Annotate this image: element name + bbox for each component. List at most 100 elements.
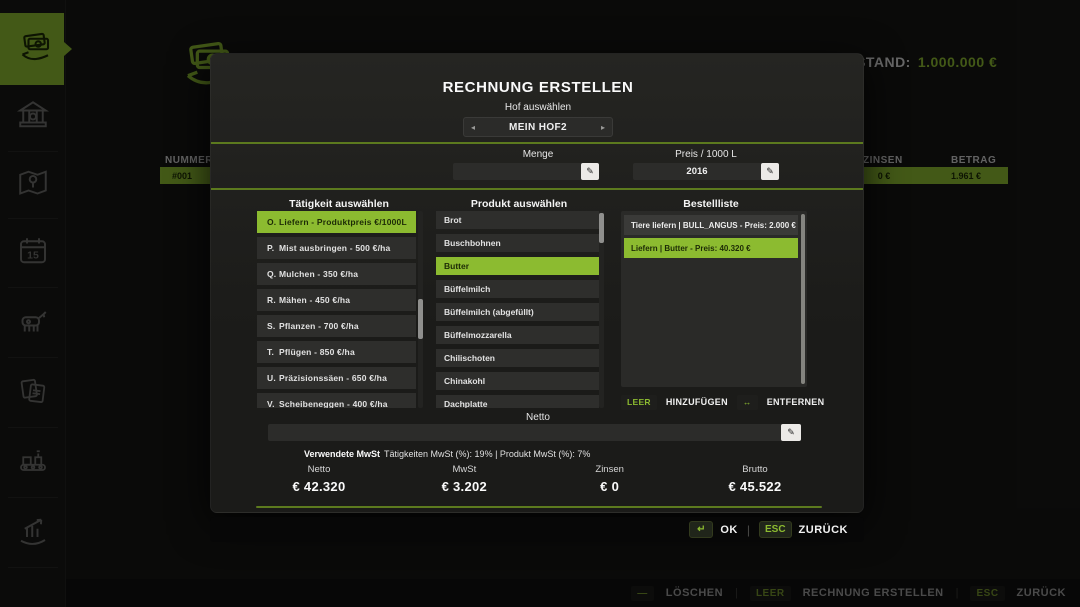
activity-scrollbar[interactable] xyxy=(418,211,423,408)
divider: | xyxy=(747,523,750,537)
summary-value: € 0 xyxy=(544,479,676,494)
activity-list-item[interactable]: U.Präzisionssäen - 650 €/ha xyxy=(257,367,416,389)
netto-edit-button[interactable]: ✎ xyxy=(781,424,801,441)
invoice-dialog: RECHNUNG ERSTELLEN Hof auswählen ◂ MEIN … xyxy=(210,53,864,513)
preis-edit-button[interactable]: ✎ xyxy=(761,163,779,180)
separator-line xyxy=(211,188,864,190)
separator-line xyxy=(211,142,864,144)
dialog-footer: ↵ OK | ESC ZURÜCK xyxy=(210,517,864,542)
activity-item-label: Pflanzen - 700 €/ha xyxy=(279,321,359,331)
activity-item-key: T. xyxy=(257,347,279,357)
activity-list: O.Liefern - Produktpreis €/1000L P.Mist a… xyxy=(257,211,423,408)
order-list-item[interactable]: Liefern | Butter - Preis: 40.320 € xyxy=(624,238,798,258)
chevron-left-icon[interactable]: ◂ xyxy=(464,123,482,132)
invoice-modal: RECHNUNG ERSTELLEN Hof auswählen ◂ MEIN … xyxy=(210,53,864,542)
activity-list-item[interactable]: P.Mist ausbringen - 500 €/ha xyxy=(257,237,416,259)
preis-value: 2016 xyxy=(633,166,761,177)
summary-column: MwSt € 3.202 xyxy=(398,464,530,494)
activity-item-label: Mähen - 450 €/ha xyxy=(279,295,350,305)
order-list-panel: Tiere liefern | BULL_ANGUS - Preis: 2.00… xyxy=(621,211,807,387)
product-scrollbar-thumb[interactable] xyxy=(599,213,604,243)
activity-item-key: S. xyxy=(257,321,279,331)
ok-button-label: OK xyxy=(720,524,738,536)
preis-label: Preis / 1000 L xyxy=(606,149,806,160)
product-list-item[interactable]: Chinakohl xyxy=(436,372,599,390)
activity-column-header: Tätigkeit auswählen xyxy=(239,198,439,210)
esc-key-badge: ESC xyxy=(759,521,792,538)
product-list-item[interactable]: Büffelmilch (abgefüllt) xyxy=(436,303,599,321)
activity-item-key: O. xyxy=(257,217,279,227)
separator-line xyxy=(256,506,822,508)
product-list-item[interactable]: Chilischoten xyxy=(436,349,599,367)
order-list-item[interactable]: Tiere liefern | BULL_ANGUS - Preis: 2.00… xyxy=(624,215,798,235)
activity-item-key: U. xyxy=(257,373,279,383)
product-scrollbar[interactable] xyxy=(599,211,604,408)
activity-item-key: R. xyxy=(257,295,279,305)
activity-item-key: V. xyxy=(257,399,279,408)
activity-item-label: Mist ausbringen - 500 €/ha xyxy=(279,243,390,253)
summary-column: Netto € 42.320 xyxy=(253,464,385,494)
activity-list-item[interactable]: R.Mähen - 450 €/ha xyxy=(257,289,416,311)
back-button-label: ZURÜCK xyxy=(799,524,848,536)
activity-list-item[interactable]: V.Scheibeneggen - 400 €/ha xyxy=(257,393,416,408)
product-list-item[interactable]: Butter xyxy=(436,257,599,275)
product-list-item[interactable]: Brot xyxy=(436,211,599,229)
activity-item-label: Liefern - Produktpreis €/1000L xyxy=(279,217,407,227)
summary-label: Zinsen xyxy=(544,464,676,475)
product-list-item[interactable]: Büffelmilch xyxy=(436,280,599,298)
farm-selector[interactable]: ◂ MEIN HOF2 ▸ xyxy=(463,117,613,137)
totals-summary: Netto € 42.320 MwSt € 3.202 Zinsen € 0 Brutto €… xyxy=(253,464,821,494)
activity-list-item[interactable]: Q.Mulchen - 350 €/ha xyxy=(257,263,416,285)
add-button[interactable]: HINZUFÜGEN xyxy=(666,397,728,407)
summary-column: Zinsen € 0 xyxy=(544,464,676,494)
product-list-item[interactable]: Buschbohnen xyxy=(436,234,599,252)
activity-list-item[interactable]: O.Liefern - Produktpreis €/1000L xyxy=(257,211,416,233)
summary-value: € 42.320 xyxy=(253,479,385,494)
activity-item-key: Q. xyxy=(257,269,279,279)
activity-list-item[interactable]: T.Pflügen - 850 €/ha xyxy=(257,341,416,363)
swap-arrows-icon: ↔ xyxy=(737,395,758,410)
netto-input-label: Netto xyxy=(211,412,864,423)
menge-input[interactable]: ✎ xyxy=(453,163,599,180)
product-list-item[interactable]: Büffelmozzarella xyxy=(436,326,599,344)
summary-column: Brutto € 45.522 xyxy=(689,464,821,494)
pencil-icon: ✎ xyxy=(586,166,594,177)
screen: 15 xyxy=(0,0,1080,607)
order-actions: LEER HINZUFÜGEN ↔ ENTFERNEN xyxy=(621,394,821,410)
dialog-title: RECHNUNG ERSTELLEN xyxy=(211,79,864,96)
chevron-right-icon[interactable]: ▸ xyxy=(594,123,612,132)
summary-label: Netto xyxy=(253,464,385,475)
remove-button[interactable]: ENTFERNEN xyxy=(767,397,825,407)
vat-info-title: Verwendete MwSt xyxy=(304,449,380,459)
vat-info-text: Tätigkeiten MwSt (%): 19% | Produkt MwSt… xyxy=(384,449,590,459)
product-list-item[interactable]: Dachplatte xyxy=(436,395,599,408)
enter-key-icon: ↵ xyxy=(689,521,713,538)
activity-scrollbar-thumb[interactable] xyxy=(418,299,423,339)
activity-item-key: P. xyxy=(257,243,279,253)
farm-selector-value: MEIN HOF2 xyxy=(482,122,594,133)
summary-value: € 3.202 xyxy=(398,479,530,494)
activity-item-label: Pflügen - 850 €/ha xyxy=(279,347,355,357)
activity-list-item[interactable]: S.Pflanzen - 700 €/ha xyxy=(257,315,416,337)
summary-value: € 45.522 xyxy=(689,479,821,494)
ok-button[interactable]: ↵ OK xyxy=(689,521,738,538)
preis-input[interactable]: 2016 ✎ xyxy=(633,163,779,180)
back-button[interactable]: ESC ZURÜCK xyxy=(759,521,848,538)
menge-edit-button[interactable]: ✎ xyxy=(581,163,599,180)
clear-key-badge[interactable]: LEER xyxy=(621,395,657,410)
summary-label: Brutto xyxy=(689,464,821,475)
farm-select-label: Hof auswählen xyxy=(211,102,864,113)
order-list: Tiere liefern | BULL_ANGUS - Preis: 2.00… xyxy=(624,215,798,261)
activity-item-label: Scheibeneggen - 400 €/ha xyxy=(279,399,388,408)
pencil-icon: ✎ xyxy=(766,166,774,177)
order-column-header: Bestellliste xyxy=(611,198,811,210)
product-list: Brot Buschbohnen Butter Büffelmilch Büffelmi… xyxy=(436,211,606,408)
summary-label: MwSt xyxy=(398,464,530,475)
vat-info: Verwendete MwSt Tätigkeiten MwSt (%): 19%… xyxy=(304,449,590,459)
pencil-icon: ✎ xyxy=(787,427,795,438)
order-scrollbar-thumb[interactable] xyxy=(801,214,805,384)
activity-item-label: Mulchen - 350 €/ha xyxy=(279,269,358,279)
product-column-header: Produkt auswählen xyxy=(419,198,619,210)
activity-item-label: Präzisionssäen - 650 €/ha xyxy=(279,373,387,383)
netto-input[interactable]: ✎ xyxy=(268,424,801,441)
